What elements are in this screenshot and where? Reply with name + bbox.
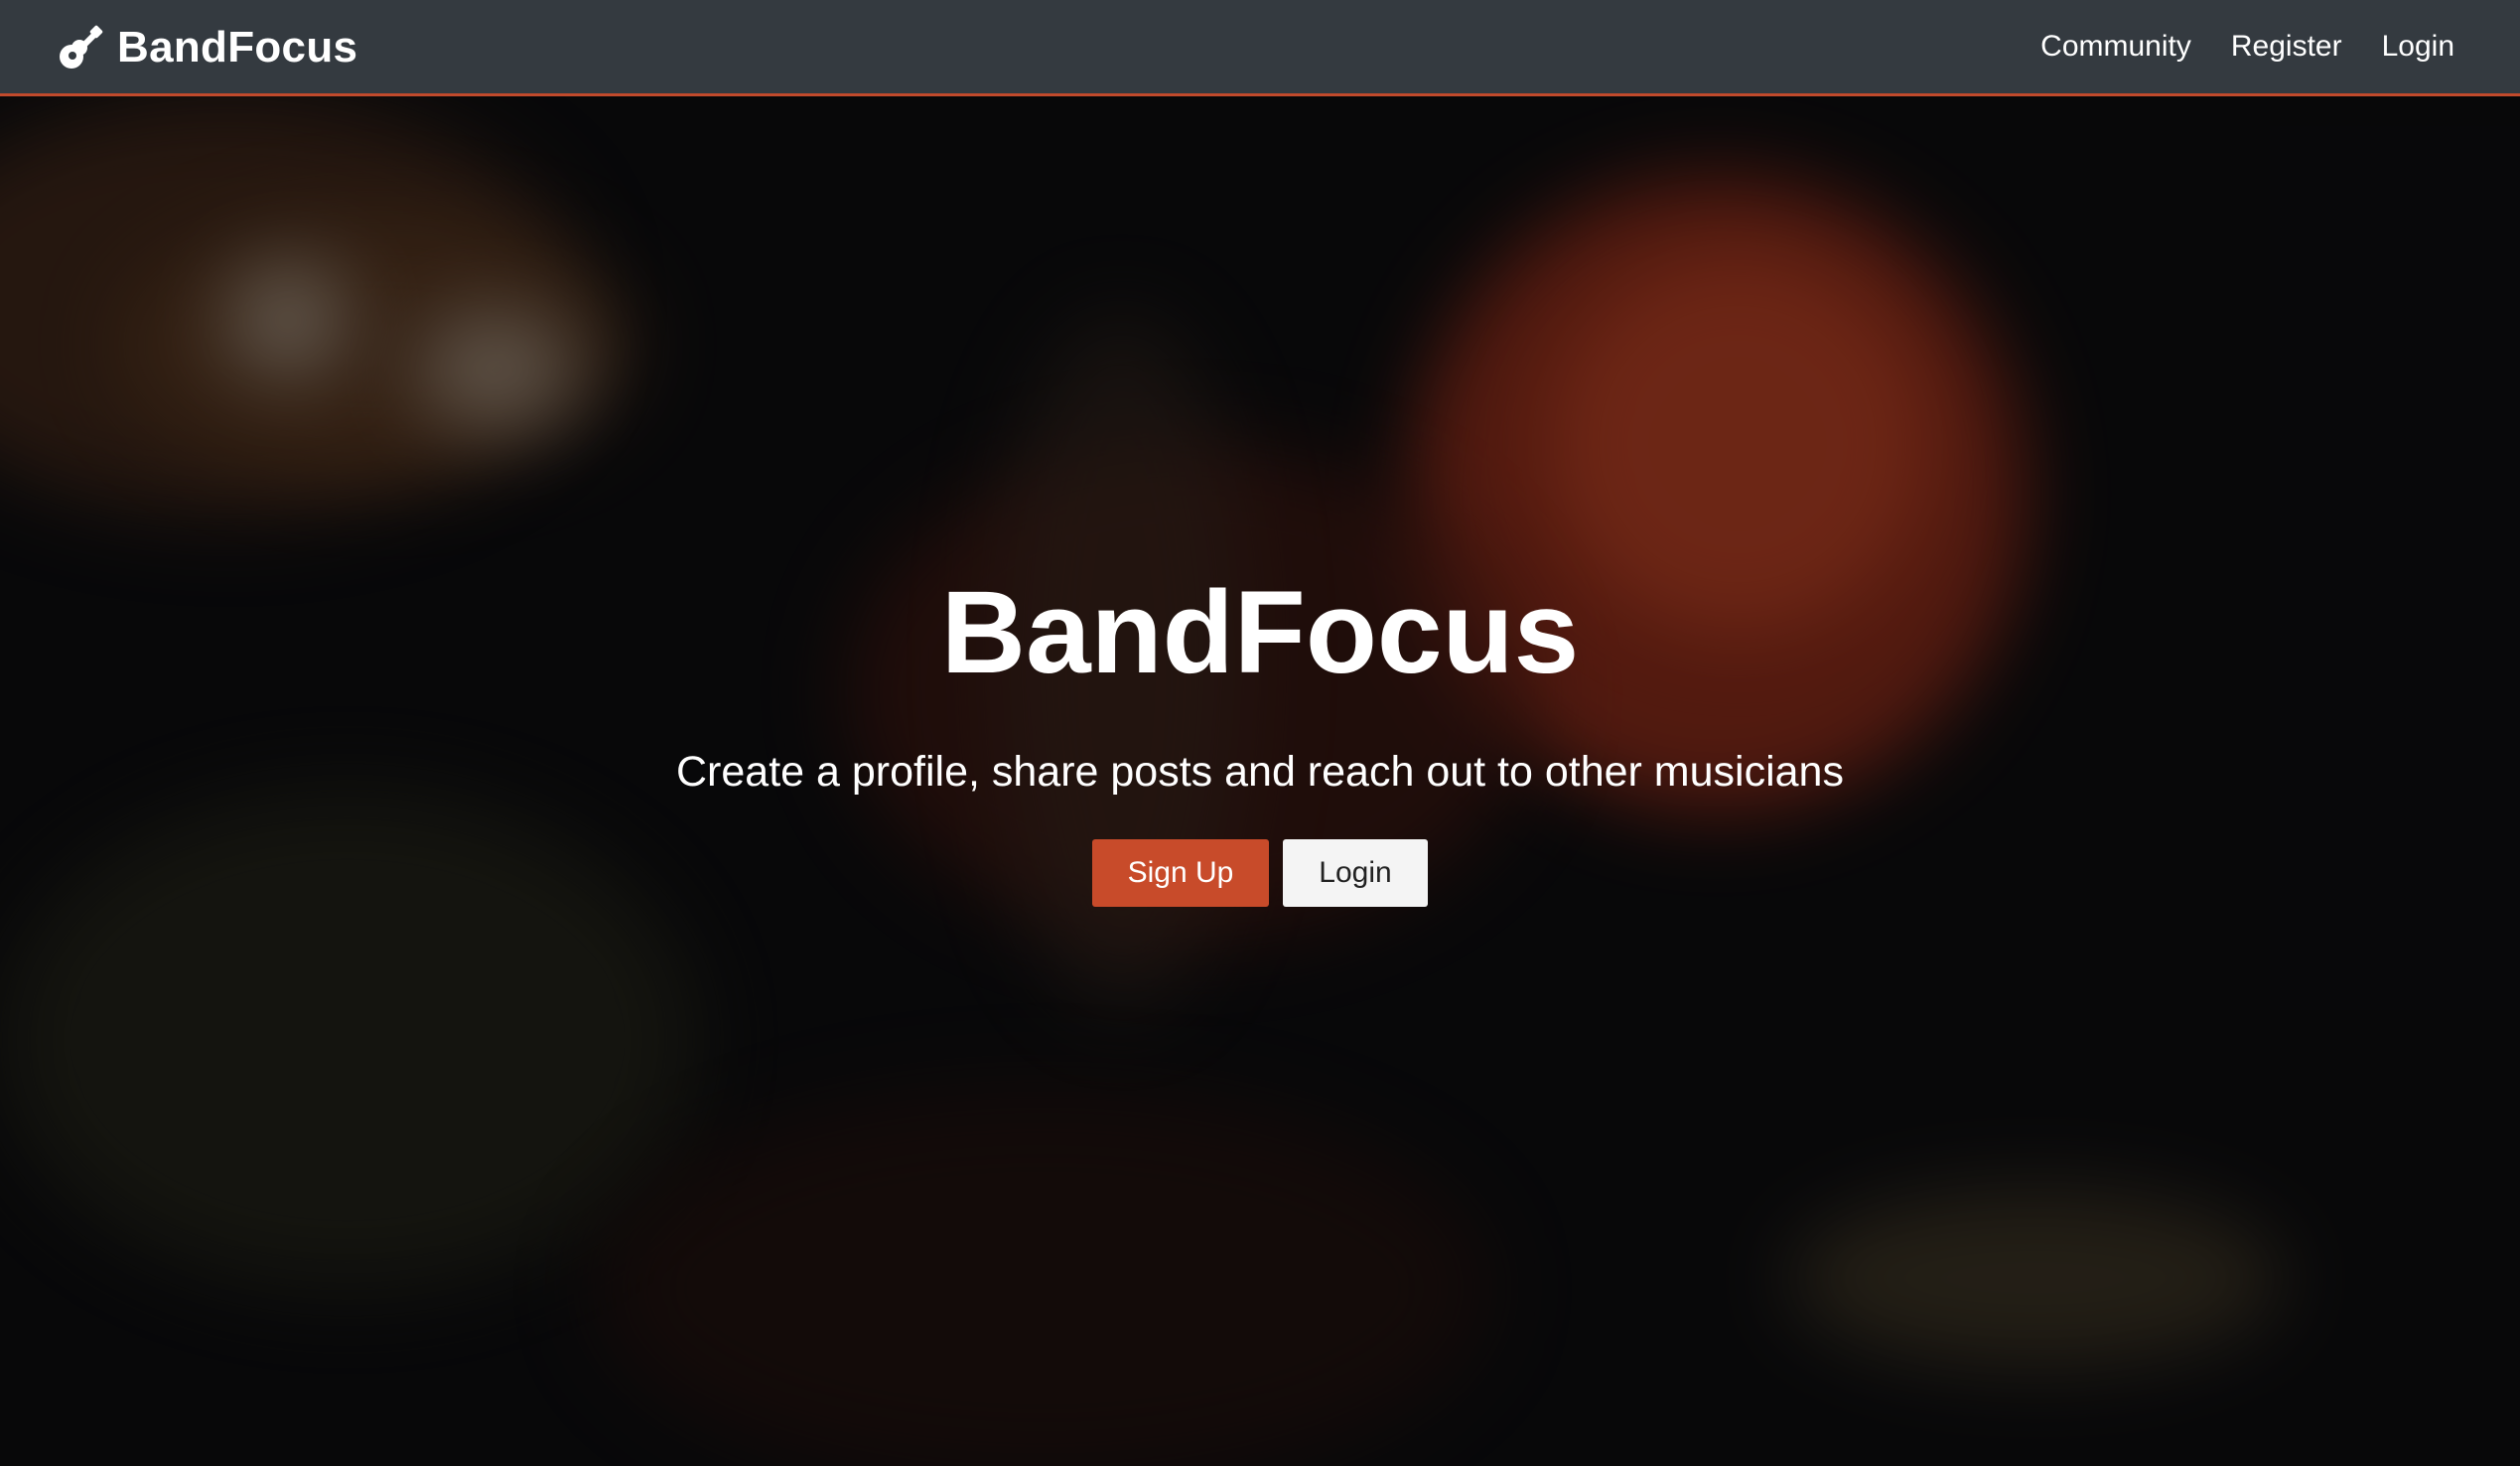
- nav-link-register[interactable]: Register: [2231, 30, 2342, 64]
- nav-link-login[interactable]: Login: [2382, 30, 2454, 64]
- hero-buttons: Sign Up Login: [0, 839, 2520, 907]
- navbar: BandFocus Community Register Login: [0, 0, 2520, 96]
- hero-section: BandFocus Create a profile, share posts …: [0, 96, 2520, 1466]
- nav-links: Community Register Login: [2001, 0, 2454, 93]
- brand-link[interactable]: BandFocus: [58, 18, 357, 77]
- hero-subtitle: Create a profile, share posts and reach …: [676, 748, 1844, 796]
- nav-link-community[interactable]: Community: [2040, 30, 2191, 64]
- guitar-icon: [58, 25, 103, 71]
- hero-content: BandFocus Create a profile, share posts …: [0, 563, 2520, 907]
- login-button[interactable]: Login: [1283, 839, 1428, 907]
- brand-name: BandFocus: [117, 23, 358, 72]
- signup-button[interactable]: Sign Up: [1092, 839, 1269, 907]
- hero-title: BandFocus: [940, 567, 1580, 698]
